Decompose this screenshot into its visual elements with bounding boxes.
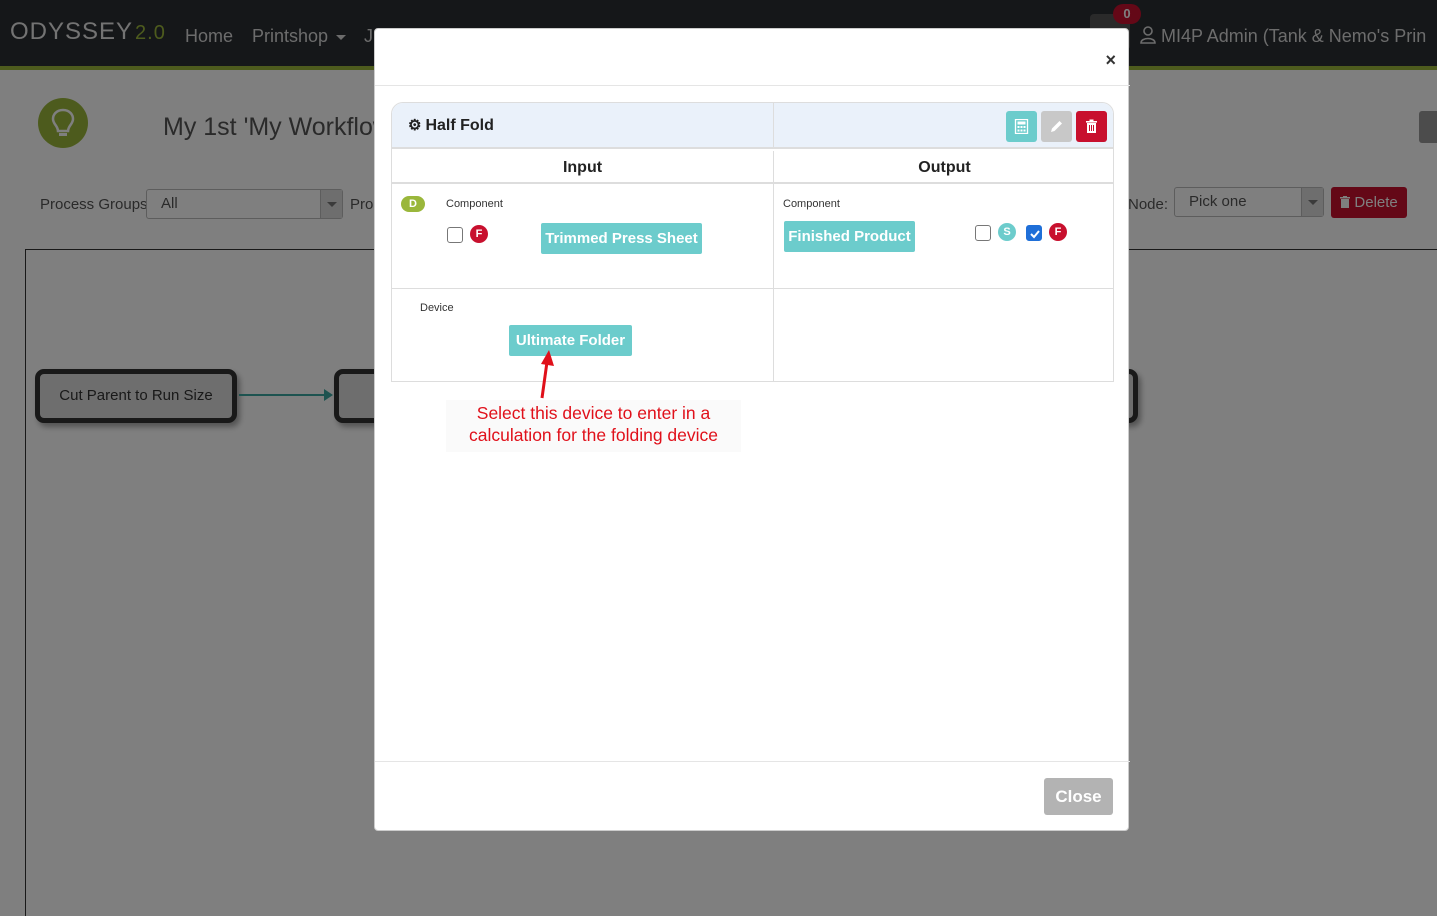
device-button[interactable]: Ultimate Folder [509, 325, 632, 356]
input-component-button[interactable]: Trimmed Press Sheet [541, 223, 702, 254]
modal-footer [375, 761, 1130, 831]
input-component-label: Component [446, 198, 503, 210]
annotation-callout: Select this device to enter in a calcula… [446, 400, 741, 452]
close-button[interactable]: Close [1044, 778, 1113, 815]
output-component-label: Component [783, 198, 840, 210]
output-flag-s-badge: S [998, 223, 1016, 241]
modal-header: × [375, 29, 1130, 86]
output-column-header: Output [774, 151, 1113, 184]
process-title: ⚙ Half Fold [408, 117, 494, 134]
device-badge: D [401, 196, 425, 212]
input-flag-f-badge: F [470, 225, 488, 243]
output-component-button[interactable]: Finished Product [784, 221, 915, 252]
calculator-icon [1014, 119, 1029, 134]
input-column-header: Input [392, 151, 773, 184]
edit-button[interactable] [1041, 111, 1072, 142]
pencil-icon [1051, 121, 1062, 132]
output-s-checkbox[interactable] [975, 225, 991, 241]
trash-icon [1086, 119, 1097, 133]
delete-process-button[interactable] [1076, 111, 1107, 142]
annotation-arrow [540, 350, 554, 399]
close-icon[interactable]: × [1105, 51, 1116, 69]
calculator-button[interactable] [1006, 111, 1037, 142]
output-flag-f-badge: F [1049, 223, 1067, 241]
output-f-checkbox[interactable] [1026, 225, 1042, 241]
process-card: ⚙ Half Fold Input Output D Component F Tr… [391, 102, 1114, 382]
process-card-header: ⚙ Half Fold [392, 103, 1113, 149]
gear-icon: ⚙ [408, 117, 422, 134]
check-icon [1030, 230, 1040, 239]
input-device-label: Device [420, 302, 454, 314]
input-component-checkbox[interactable] [447, 227, 463, 243]
